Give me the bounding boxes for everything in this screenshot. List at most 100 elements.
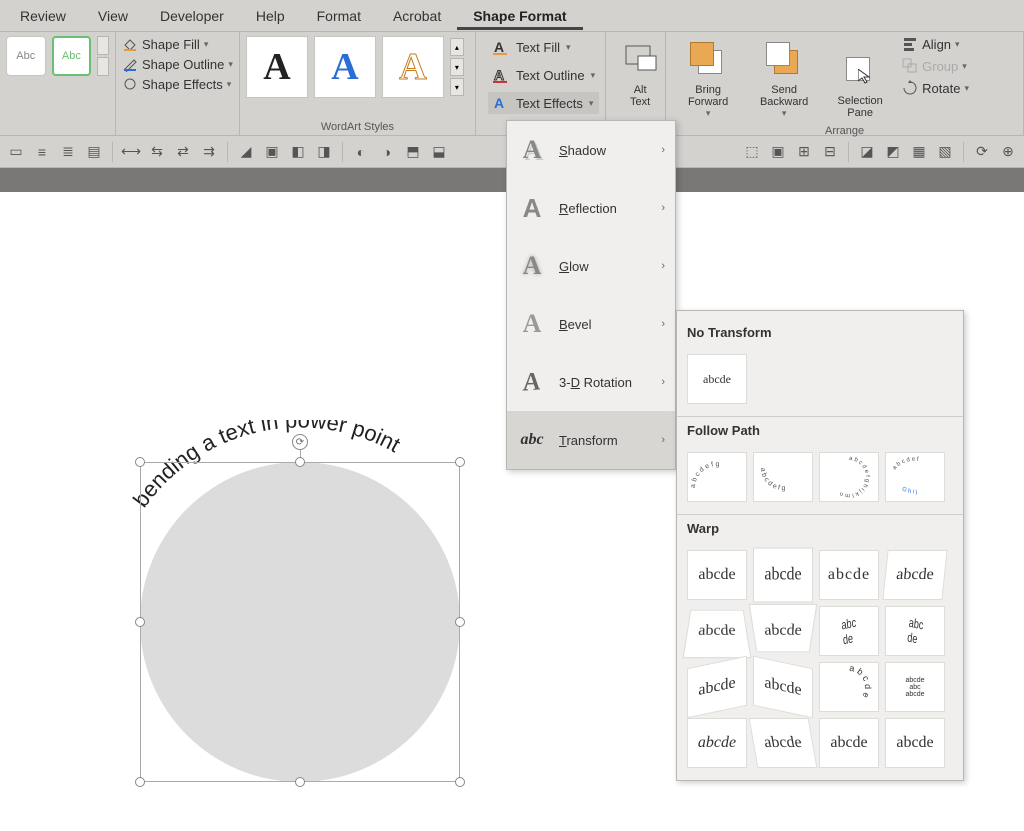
qat-icon[interactable]: ⬚ — [740, 140, 764, 164]
warp-thumb[interactable]: abcde — [753, 548, 813, 603]
shape-style-thumb-selected[interactable]: Abc — [52, 36, 92, 76]
warp-thumb[interactable]: abcdeabcabcde — [885, 662, 945, 712]
qat-icon[interactable]: ▣ — [766, 140, 790, 164]
transform-none[interactable]: abcde — [687, 354, 747, 404]
qat-icon[interactable]: ⟷ — [119, 140, 143, 164]
wordart-scroll-up[interactable]: ▴ — [450, 38, 464, 56]
bring-forward-button[interactable]: Bring Forward▾ — [672, 36, 744, 123]
warp-thumb[interactable]: abcde — [687, 550, 747, 600]
follow-path-button[interactable]: a b c d e fG h i j — [885, 452, 945, 502]
resize-handle[interactable] — [295, 457, 305, 467]
qat-icon[interactable]: ⟳ — [970, 140, 994, 164]
warp-thumb[interactable]: abcde — [885, 606, 945, 656]
selected-shape[interactable]: ⟳ — [140, 462, 460, 782]
qat-icon[interactable]: ≡ — [30, 140, 54, 164]
qat-icon[interactable]: ⊕ — [996, 140, 1020, 164]
menu-review[interactable]: Review — [4, 2, 82, 30]
menu-format[interactable]: Format — [301, 2, 377, 30]
warp-thumb[interactable]: a b c d e — [819, 662, 879, 712]
qat-icon[interactable]: ◩ — [881, 140, 905, 164]
alt-text-button[interactable]: Alt Text — [612, 36, 668, 112]
group-label-wordart: WordArt Styles — [246, 119, 469, 133]
menu-developer[interactable]: Developer — [144, 2, 240, 30]
fx-3d-rotation[interactable]: A 3-D Rotation› — [507, 353, 675, 411]
shape-style-thumb[interactable]: Abc — [6, 36, 46, 76]
warp-thumb[interactable]: abcde — [753, 656, 813, 719]
resize-handle[interactable] — [135, 777, 145, 787]
warp-thumb[interactable]: abcde — [683, 610, 752, 658]
rotate-handle[interactable]: ⟳ — [292, 434, 308, 450]
qat-icon[interactable]: ◢ — [234, 140, 258, 164]
resize-handle[interactable] — [295, 777, 305, 787]
wordart-style-2[interactable]: A — [314, 36, 376, 98]
section-no-transform: No Transform — [687, 319, 953, 348]
fx-transform[interactable]: abc Transform› — [507, 411, 675, 469]
qat-icon[interactable]: ▦ — [907, 140, 931, 164]
fx-shadow[interactable]: A Shadow› — [507, 121, 675, 179]
selection-pane-button[interactable]: Selection Pane — [824, 36, 896, 123]
wordart-style-3[interactable]: A — [382, 36, 444, 98]
qat-icon[interactable]: ⊞ — [792, 140, 816, 164]
resize-handle[interactable] — [455, 457, 465, 467]
fx-bevel[interactable]: A Bevel› — [507, 295, 675, 353]
qat-icon[interactable]: ▧ — [933, 140, 957, 164]
menu-help[interactable]: Help — [240, 2, 301, 30]
follow-path-arch-down[interactable]: a b c d e f g — [753, 452, 813, 502]
warp-thumb[interactable]: abcde — [819, 718, 879, 768]
qat-icon[interactable]: ◐ — [349, 140, 373, 164]
qat-icon[interactable]: ⇄ — [171, 140, 195, 164]
qat-icon[interactable]: ⇆ — [145, 140, 169, 164]
qat-icon[interactable]: ≣ — [56, 140, 80, 164]
menu-shape-format[interactable]: Shape Format — [457, 2, 582, 30]
warp-thumb[interactable]: abcde — [819, 606, 879, 656]
resize-handle[interactable] — [455, 777, 465, 787]
qat-icon[interactable]: ⊟ — [818, 140, 842, 164]
follow-path-circle[interactable]: a b c d e f g h i j k l m n — [819, 452, 879, 502]
selection-outline — [140, 462, 460, 782]
qat-icon[interactable]: ▭ — [4, 140, 28, 164]
shape-effects-button[interactable]: Shape Effects▾ — [122, 76, 233, 92]
resize-handle[interactable] — [455, 617, 465, 627]
warp-thumb[interactable]: abcde — [749, 718, 818, 768]
warp-thumb[interactable]: abcde — [749, 604, 818, 652]
send-backward-button[interactable]: Send Backward▾ — [748, 36, 820, 123]
qat-icon[interactable]: ⇉ — [197, 140, 221, 164]
qat-icon[interactable]: ⬓ — [427, 140, 451, 164]
warp-thumb[interactable]: abcde — [885, 718, 945, 768]
svg-text:a b c d e f g h i j k l m n: a b c d e f g h i j k l m n — [839, 456, 870, 498]
text-outline-button[interactable]: AText Outline▾ — [488, 64, 599, 86]
text-effects-button[interactable]: AText Effects▾ — [488, 92, 599, 114]
menu-acrobat[interactable]: Acrobat — [377, 2, 457, 30]
resize-handle[interactable] — [135, 457, 145, 467]
qat-icon[interactable]: ◪ — [855, 140, 879, 164]
transform-panel: No Transform abcde Follow Path a b c d e… — [676, 310, 964, 781]
svg-text:a b c d e f g: a b c d e f g — [690, 461, 720, 488]
rotate-icon — [902, 80, 918, 96]
warp-thumb[interactable]: abcde — [687, 656, 747, 719]
qat-icon[interactable]: ▣ — [260, 140, 284, 164]
group-arrange: Bring Forward▾ Send Backward▾ Selection … — [666, 32, 1024, 135]
section-follow-path: Follow Path — [687, 417, 953, 446]
group-button[interactable]: Group▾ — [902, 58, 969, 74]
fx-glow[interactable]: A Glow› — [507, 237, 675, 295]
fx-reflection[interactable]: A Reflection› — [507, 179, 675, 237]
warp-thumb[interactable]: abcde — [882, 550, 947, 600]
warp-thumb[interactable]: abcde — [687, 718, 747, 768]
qat-icon[interactable]: ◑ — [375, 140, 399, 164]
wordart-more[interactable]: ▾ — [450, 78, 464, 96]
qat-icon[interactable]: ▤ — [82, 140, 106, 164]
shape-outline-button[interactable]: Shape Outline▾ — [122, 56, 233, 72]
align-button[interactable]: Align▾ — [902, 36, 969, 52]
qat-icon[interactable]: ⬒ — [401, 140, 425, 164]
shape-fill-button[interactable]: Shape Fill▾ — [122, 36, 233, 52]
qat-icon[interactable]: ◨ — [312, 140, 336, 164]
menu-view[interactable]: View — [82, 2, 144, 30]
resize-handle[interactable] — [135, 617, 145, 627]
warp-thumb[interactable]: abcde — [819, 550, 879, 600]
text-fill-button[interactable]: AText Fill▾ — [488, 36, 599, 58]
wordart-style-1[interactable]: A — [246, 36, 308, 98]
follow-path-arch-up[interactable]: a b c d e f g — [687, 452, 747, 502]
qat-icon[interactable]: ◧ — [286, 140, 310, 164]
rotate-button[interactable]: Rotate▾ — [902, 80, 969, 96]
wordart-scroll-down[interactable]: ▾ — [450, 58, 464, 76]
